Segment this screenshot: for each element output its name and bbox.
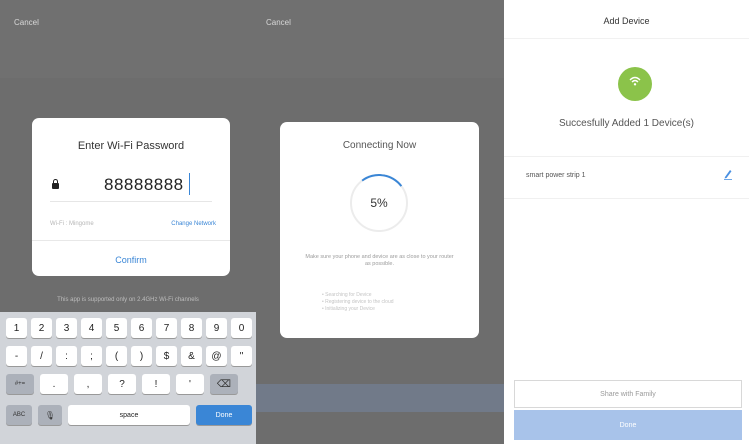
- key[interactable]: ": [231, 346, 252, 366]
- header-area: [256, 0, 504, 78]
- key[interactable]: 2: [31, 318, 52, 338]
- divider: [504, 198, 749, 199]
- step-item: • Registering device to the cloud: [322, 299, 394, 305]
- step-label: Initializing your Device: [325, 306, 375, 312]
- cancel-button[interactable]: Cancel: [266, 18, 291, 27]
- space-key[interactable]: space: [68, 405, 190, 425]
- done-button[interactable]: Done: [514, 410, 742, 440]
- mic-icon[interactable]: 🎙: [38, 405, 62, 425]
- success-message: Succesfully Added 1 Device(s): [558, 118, 695, 129]
- network-name: Wi-Fi : Mingome: [50, 221, 94, 227]
- device-name: smart power strip 1: [526, 172, 586, 179]
- divider: [32, 240, 230, 241]
- key[interactable]: 8: [181, 318, 202, 338]
- key[interactable]: 0: [231, 318, 252, 338]
- key[interactable]: .: [40, 374, 68, 394]
- keyboard-row-2: - / : ; ( ) $ & @ ": [6, 346, 252, 366]
- key[interactable]: 4: [81, 318, 102, 338]
- key[interactable]: ): [131, 346, 152, 366]
- key[interactable]: !: [142, 374, 170, 394]
- step-item: • Initializing your Device: [322, 306, 375, 312]
- connecting-screen: Cancel Connecting Now 5% Make sure your …: [256, 0, 504, 444]
- wifi-password-screen: Cancel Enter Wi-Fi Password 88888888 Wi-…: [0, 0, 256, 444]
- key[interactable]: ;: [81, 346, 102, 366]
- step-item: • Searching for Device: [322, 292, 372, 298]
- proximity-hint: Make sure your phone and device are as c…: [305, 254, 454, 267]
- key[interactable]: 3: [56, 318, 77, 338]
- key[interactable]: ': [176, 374, 204, 394]
- password-input[interactable]: 88888888: [104, 175, 184, 195]
- share-with-family-button[interactable]: Share with Family: [514, 380, 742, 408]
- keyboard-row-3: #+= . , ? ! ' ⌫: [6, 374, 238, 394]
- input-underline: [50, 201, 212, 202]
- header-area: [0, 0, 256, 78]
- done-key[interactable]: Done: [196, 405, 252, 425]
- abc-key[interactable]: ABC: [6, 405, 32, 425]
- key[interactable]: 1: [6, 318, 27, 338]
- key[interactable]: (: [106, 346, 127, 366]
- numeric-keyboard: 1 2 3 4 5 6 7 8 9 0 - / : ; ( ) $ & @ " …: [0, 312, 256, 444]
- keyboard-row-4: ABC 🎙 space Done: [6, 405, 252, 425]
- cancel-button[interactable]: Cancel: [14, 18, 39, 27]
- page-title: Add Device: [603, 16, 650, 26]
- dialog-title: Connecting Now: [342, 140, 417, 151]
- key[interactable]: 5: [106, 318, 127, 338]
- key[interactable]: -: [6, 346, 27, 366]
- key[interactable]: 6: [131, 318, 152, 338]
- symbols-key[interactable]: #+=: [6, 374, 34, 394]
- lock-icon: [52, 179, 59, 189]
- key[interactable]: 7: [156, 318, 177, 338]
- step-list: • Searching for Device • Registering dev…: [322, 292, 394, 313]
- edit-icon[interactable]: [723, 168, 733, 180]
- key[interactable]: 9: [206, 318, 227, 338]
- wifi-password-dialog: Enter Wi-Fi Password 88888888 Wi-Fi : Mi…: [32, 118, 230, 276]
- key[interactable]: @: [206, 346, 227, 366]
- step-label: Searching for Device: [325, 292, 372, 298]
- success-badge: [618, 67, 652, 101]
- dialog-title: Enter Wi-Fi Password: [77, 140, 185, 152]
- delete-key[interactable]: ⌫: [210, 374, 238, 394]
- divider: [504, 156, 749, 157]
- confirm-button[interactable]: Confirm: [32, 255, 230, 265]
- support-note: This app is supported only on 2.4GHz Wi-…: [57, 297, 199, 303]
- connecting-dialog: Connecting Now 5% Make sure your phone a…: [280, 122, 479, 338]
- key[interactable]: $: [156, 346, 177, 366]
- wifi-icon: [629, 76, 641, 86]
- add-device-screen: Add Device Succesfully Added 1 Device(s)…: [504, 0, 749, 444]
- key[interactable]: ?: [108, 374, 136, 394]
- divider: [504, 38, 749, 39]
- key[interactable]: ,: [74, 374, 102, 394]
- progress-percent: 5%: [370, 196, 388, 210]
- key[interactable]: /: [31, 346, 52, 366]
- key[interactable]: :: [56, 346, 77, 366]
- key[interactable]: &: [181, 346, 202, 366]
- dimmed-button: [256, 384, 504, 412]
- change-network-link[interactable]: Change Network: [171, 221, 216, 227]
- step-label: Registering device to the cloud: [325, 299, 394, 305]
- keyboard-row-1: 1 2 3 4 5 6 7 8 9 0: [6, 318, 252, 338]
- text-cursor: [189, 173, 190, 195]
